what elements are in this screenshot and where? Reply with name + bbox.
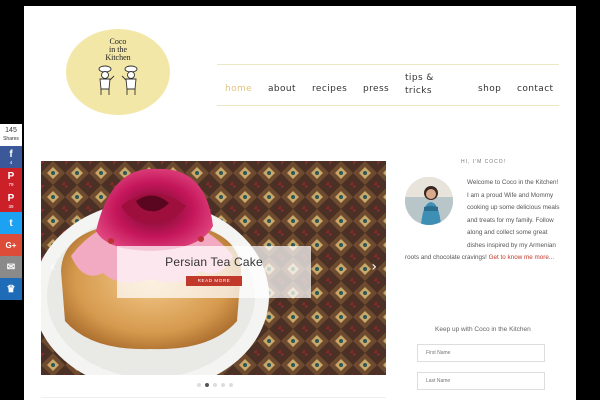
slider-dot-active[interactable] [205,383,209,387]
crown-icon: ♛ [6,283,16,295]
pin-share-count: 39 [8,204,14,209]
first-name-field[interactable] [417,344,545,362]
nav-item-recipes[interactable]: recipes [312,84,347,94]
nav-item-shop[interactable]: shop [478,84,501,94]
pinterest-share-count: 79 [8,182,14,187]
chevron-right-icon[interactable]: › [371,259,377,275]
about-link[interactable]: Get to know me more... [489,254,554,261]
main-nav: home about recipes press tips & tricks s… [217,64,559,105]
chef-figures-icon [95,65,141,97]
pin-icon: P [7,193,15,204]
slider-dot[interactable] [213,383,217,387]
logo-text: Coco in the Kitchen [95,38,141,62]
slider-dot[interactable] [229,383,233,387]
twitter-icon: t [9,217,13,229]
twitter-share-button[interactable]: t [0,212,22,234]
nav-item-contact[interactable]: contact [517,84,553,94]
logo-line: Kitchen [105,53,131,62]
google-plus-icon: G+ [5,240,17,250]
page: Coco in the Kitchen home about recipes p… [24,6,576,400]
nav-item-press[interactable]: press [363,84,389,94]
pinterest-icon: P [7,171,15,182]
facebook-share-count: 4 [9,160,13,165]
read-more-button[interactable]: READ MORE [186,276,242,286]
nav-item-tips-tricks[interactable]: tips & tricks [405,72,445,98]
google-plus-share-button[interactable]: G+ [0,234,22,256]
newsletter-heading: Keep up with Coco in the Kitchen [435,326,531,333]
sidebar-heading: HI, I'M COCO! [461,159,507,165]
chevron-left-icon[interactable]: ‹ [50,259,56,275]
pinterest-share-button[interactable]: P 79 [0,168,22,190]
share-bar: 145 Shares f 4 P 79 P 39 t G+ ✉ ♛ [0,124,22,300]
divider [41,397,386,398]
share-count-number: 145 [5,127,17,134]
last-name-field[interactable] [417,372,545,390]
nav-item-home[interactable]: home [225,84,252,94]
sumo-share-button[interactable]: ♛ [0,278,22,300]
slider-dots [197,383,233,387]
featured-slider[interactable]: ‹ › Persian Tea Cake READ MORE [41,161,386,375]
nav-divider-bottom [217,105,559,106]
nav-item-about[interactable]: about [268,84,296,94]
slider-dot[interactable] [221,383,225,387]
share-count: 145 Shares [0,124,22,146]
facebook-share-button[interactable]: f 4 [0,146,22,168]
about-blurb: Welcome to Coco in the Kitchen! I am a p… [405,177,560,265]
slider-dot[interactable] [197,383,201,387]
pin-share-button[interactable]: P 39 [0,190,22,212]
site-logo[interactable]: Coco in the Kitchen [66,29,170,115]
slide-caption: Persian Tea Cake READ MORE [117,246,311,298]
slide-title[interactable]: Persian Tea Cake [117,255,311,269]
email-share-button[interactable]: ✉ [0,256,22,278]
share-count-label: Shares [3,136,19,142]
facebook-icon: f [9,149,13,160]
email-icon: ✉ [6,261,16,273]
